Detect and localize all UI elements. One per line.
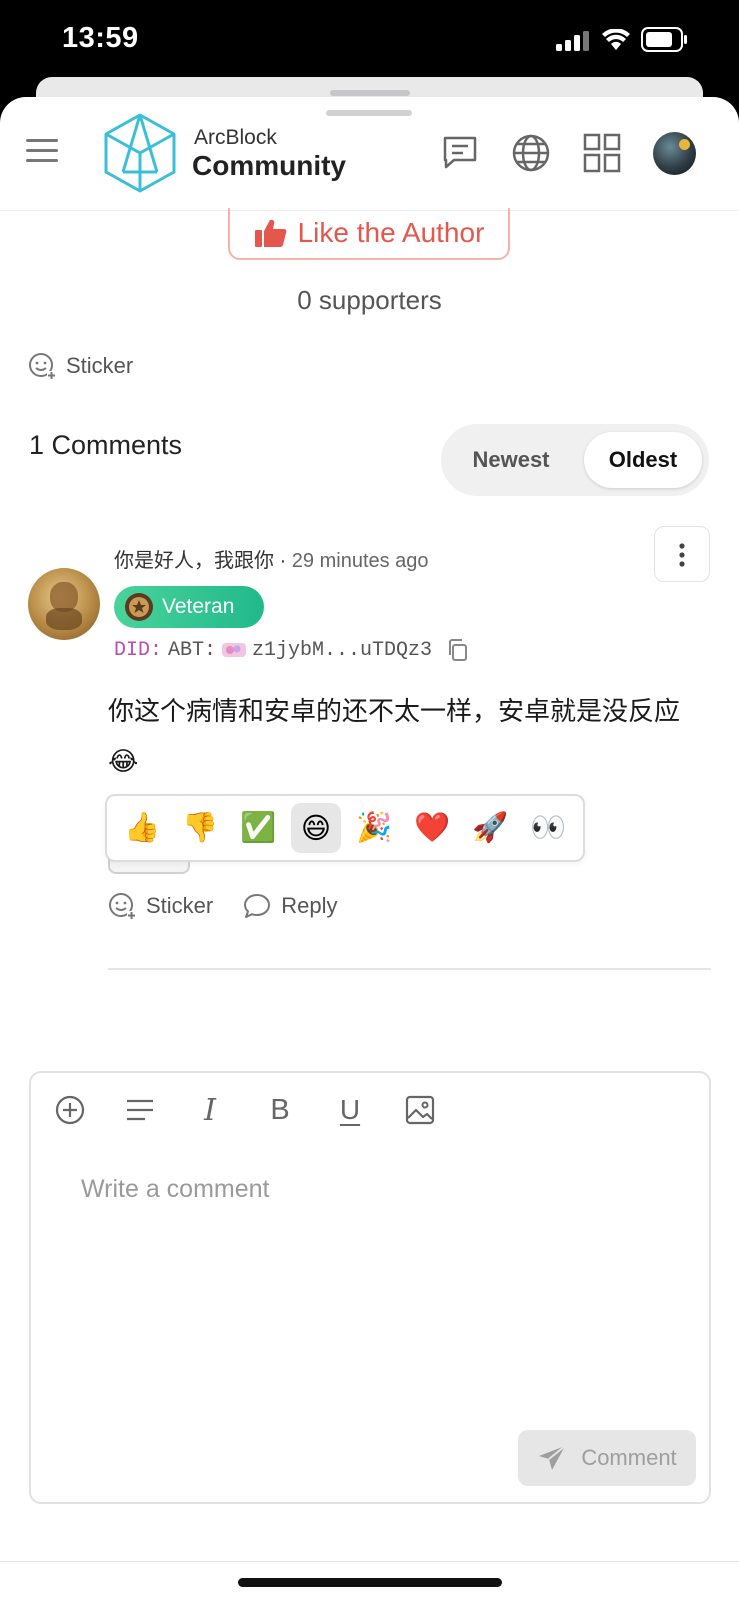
medal-icon [125, 593, 153, 621]
sticker-icon [109, 893, 136, 920]
apps-grid-icon[interactable] [583, 133, 621, 173]
sticker-label: Sticker [66, 353, 134, 378]
did-avatar-icon [222, 643, 247, 657]
reaction-heart[interactable]: ❤️ [407, 803, 457, 853]
sheet-grabber[interactable] [326, 110, 412, 116]
italic-icon[interactable]: I [188, 1088, 232, 1132]
comment-body: 你这个病情和安卓的还不太一样，安卓就是没反应😂 [108, 696, 681, 776]
grabber-handle[interactable] [330, 90, 410, 96]
reply-label: Reply [281, 893, 338, 918]
badge-label: Veteran [162, 595, 235, 618]
reply-button[interactable]: Reply [243, 892, 338, 920]
comment-meta: 你是好人，我跟你 · 29 minutes ago [114, 544, 429, 573]
sticker-icon [29, 353, 56, 380]
home-indicator[interactable] [238, 1578, 502, 1587]
hamburger-menu-icon[interactable] [26, 138, 60, 164]
veteran-badge: Veteran [114, 586, 264, 628]
send-icon [539, 1445, 566, 1470]
supporters-count: 0 supporters [297, 285, 442, 315]
user-avatar[interactable] [653, 132, 696, 175]
comment-more-button[interactable] [654, 526, 710, 582]
reaction-smile[interactable]: 😄 [291, 803, 341, 853]
underline-icon[interactable]: U [328, 1088, 372, 1132]
brand-name-bottom: Community [192, 150, 346, 181]
did-address: DID: ABT: z1jybM...uTDQz3 [114, 638, 470, 662]
comments-title: 1 Comments [29, 430, 183, 460]
chat-icon[interactable] [441, 134, 479, 172]
commenter-name[interactable]: 你是好人，我跟你 [114, 550, 274, 572]
reaction-eyes[interactable]: 👀 [523, 803, 573, 853]
reaction-picker: 👍 👎 ✅ 😄 🎉 ❤️ 🚀 👀 [105, 794, 585, 862]
status-time: 13:59 [62, 22, 139, 54]
reply-bubble-icon [244, 894, 271, 918]
bottom-divider [0, 1561, 739, 1562]
like-author-button[interactable]: Like the Author [228, 208, 510, 260]
like-author-label: Like the Author [297, 217, 485, 248]
battery-icon [641, 27, 687, 52]
submit-comment-button[interactable]: Comment [518, 1430, 696, 1486]
editor-toolbar: I B U [48, 1088, 442, 1132]
comment-divider [108, 968, 711, 970]
submit-comment-label: Comment [581, 1445, 677, 1470]
commenter-avatar[interactable] [28, 568, 100, 640]
sort-newest-button[interactable]: Newest [452, 432, 570, 488]
arcblock-logo-icon[interactable] [103, 112, 177, 194]
signal-icon [556, 31, 589, 51]
comment-actions: Sticker Reply [108, 892, 338, 920]
reaction-check[interactable]: ✅ [233, 803, 283, 853]
brand-name-top: ArcBlock [194, 126, 277, 149]
comment-time: 29 minutes ago [291, 550, 429, 572]
sticker-button[interactable]: Sticker [28, 352, 133, 380]
reaction-thumbs-up[interactable]: 👍 [117, 803, 167, 853]
reaction-party[interactable]: 🎉 [349, 803, 399, 853]
more-vertical-icon [679, 543, 685, 567]
did-value: z1jybM...uTDQz3 [252, 638, 433, 662]
image-icon[interactable] [398, 1088, 442, 1132]
meta-separator: · [279, 550, 287, 572]
paragraph-align-icon[interactable] [118, 1088, 162, 1132]
did-chain: ABT: [168, 638, 217, 662]
reaction-rocket[interactable]: 🚀 [465, 803, 515, 853]
reaction-thumbs-down[interactable]: 👎 [175, 803, 225, 853]
bold-icon[interactable]: B [258, 1088, 302, 1132]
comment-sticker-button[interactable]: Sticker [108, 892, 213, 920]
wifi-icon [602, 29, 630, 50]
sort-oldest-button[interactable]: Oldest [584, 432, 702, 488]
globe-icon[interactable] [511, 133, 551, 173]
thumbs-up-icon [254, 219, 286, 247]
comment-sticker-label: Sticker [146, 893, 214, 918]
did-prefix: DID: [114, 638, 163, 662]
insert-plus-icon[interactable] [48, 1088, 92, 1132]
copy-icon[interactable] [446, 638, 470, 662]
comment-input-placeholder[interactable]: Write a comment [81, 1175, 269, 1204]
